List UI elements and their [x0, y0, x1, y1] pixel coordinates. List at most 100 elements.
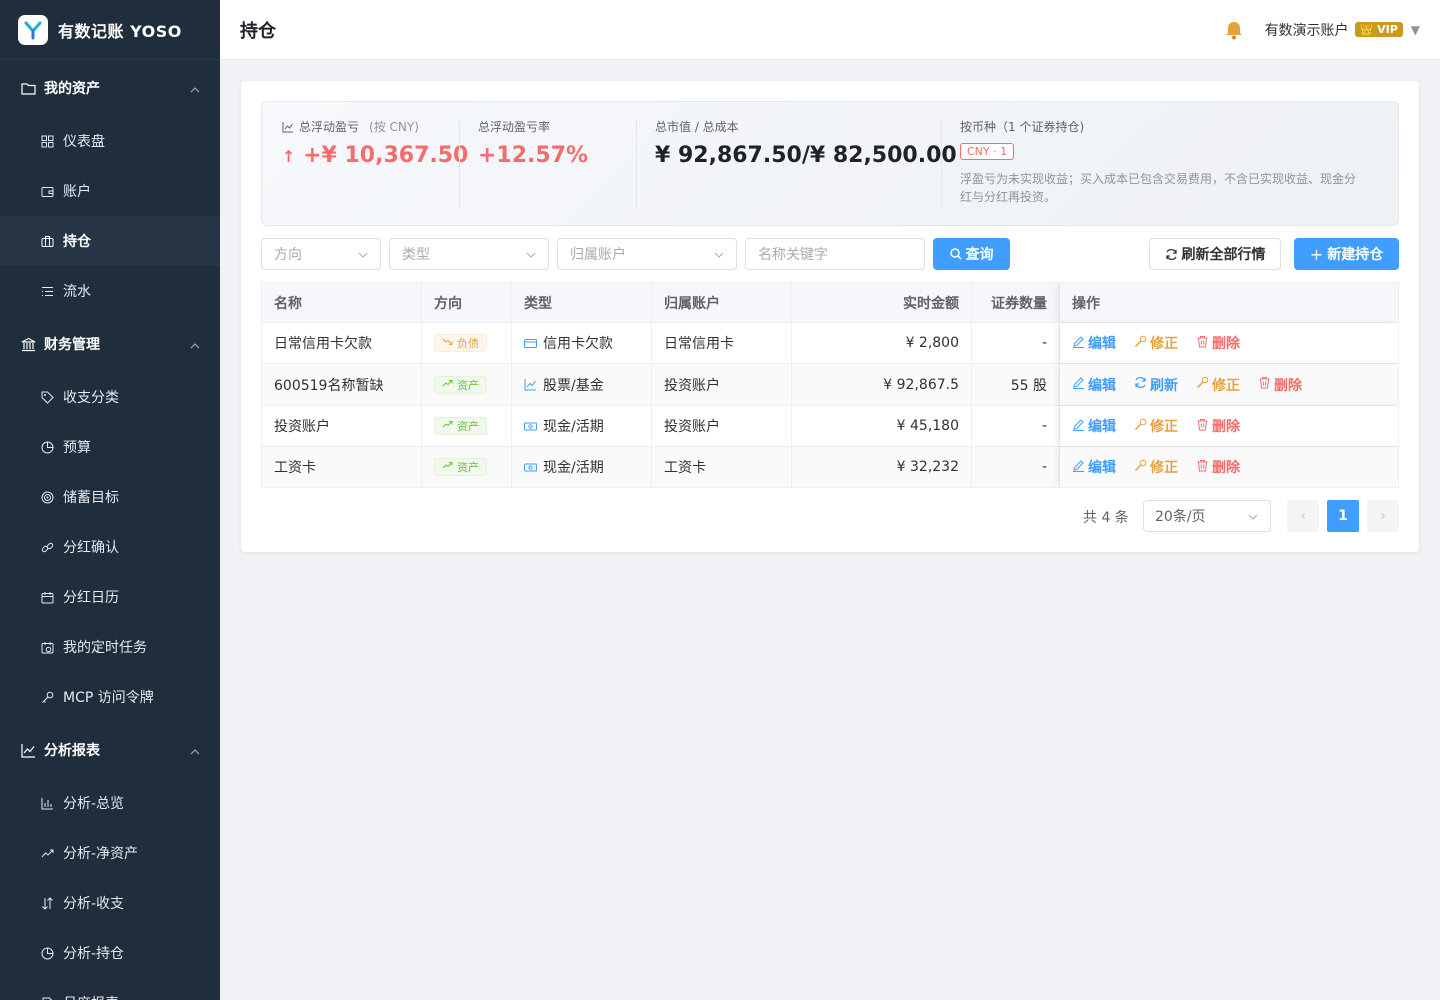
filter-bar: 方向 类型 归属账户 名称关键字 查询 刷新全部行情 + 新建持仓 [261, 238, 1399, 270]
cell-amount: ¥ 32,232 [792, 447, 972, 487]
direction-select[interactable]: 方向 [261, 238, 381, 270]
sidebar-item-0-1[interactable]: 账户 [0, 166, 220, 216]
tag-icon [40, 390, 54, 404]
cell-actions: 编辑 修正 删除 [1060, 447, 1398, 487]
delete-button[interactable]: 删除 [1196, 416, 1240, 436]
refresh-all-button[interactable]: 刷新全部行情 [1149, 238, 1281, 270]
brand[interactable]: 有数记账 YOSO [0, 0, 220, 60]
edit-button[interactable]: 编辑 [1072, 375, 1116, 395]
edit-button[interactable]: 编辑 [1072, 457, 1116, 477]
user-menu-caret-icon[interactable]: ▼ [1411, 23, 1420, 37]
dashboard-icon [40, 134, 54, 148]
cell-qty: - [972, 323, 1060, 363]
sidebar-item-label: 储蓄目标 [63, 490, 119, 506]
sidebar-item-label: 收支分类 [63, 390, 119, 406]
briefcase-icon [40, 234, 54, 248]
cell-amount: ¥ 2,800 [792, 323, 972, 363]
sidebar-item-2-3[interactable]: 分析-持仓 [0, 928, 220, 978]
chevron-up-icon [190, 339, 200, 349]
sidebar-item-2-4[interactable]: 月度报表 [0, 978, 220, 1000]
refresh-icon [1134, 376, 1150, 393]
table-row: 工资卡 资产 现金/活期 工资卡 ¥ 32,232 - 编辑 修正 删除 [262, 447, 1398, 487]
sidebar-item-label: 月度报表 [63, 993, 119, 1000]
sidebar-item-2-1[interactable]: 分析-净资产 [0, 828, 220, 878]
prev-page-button[interactable]: ‹ [1287, 500, 1319, 532]
fix-button[interactable]: 修正 [1196, 375, 1240, 395]
sidebar-group-label: 我的资产 [44, 81, 100, 97]
account-select[interactable]: 归属账户 [557, 238, 737, 270]
sidebar-item-0-2[interactable]: 持仓 [0, 216, 220, 266]
delete-button[interactable]: 删除 [1258, 375, 1302, 395]
sidebar-item-1-5[interactable]: 我的定时任务 [0, 622, 220, 672]
bar-chart-icon [40, 796, 54, 810]
cell-amount: ¥ 45,180 [792, 406, 972, 446]
sidebar-item-1-2[interactable]: 储蓄目标 [0, 472, 220, 522]
sidebar-item-1-4[interactable]: 分红日历 [0, 572, 220, 622]
wrench-icon [1134, 335, 1150, 352]
edit-icon [1072, 376, 1088, 393]
market-cost-label: 总市值 / 总成本 [655, 120, 739, 134]
sidebar-item-label: MCP 访问令牌 [63, 690, 154, 706]
chevron-right-icon: › [1380, 508, 1386, 524]
sidebar-group-0[interactable]: 我的资产 [0, 60, 220, 116]
sidebar-item-label: 账户 [63, 184, 91, 200]
chevron-down-icon [358, 252, 368, 258]
page-1-button[interactable]: 1 [1327, 500, 1359, 532]
edit-button[interactable]: 编辑 [1072, 333, 1116, 353]
fix-button[interactable]: 修正 [1134, 416, 1178, 436]
sidebar-item-1-6[interactable]: MCP 访问令牌 [0, 672, 220, 722]
edit-icon [1072, 418, 1088, 435]
pagination: 共 4 条 20条/页 ‹ 1 › [241, 500, 1419, 532]
bell-icon[interactable] [1223, 19, 1245, 41]
edit-button[interactable]: 编辑 [1072, 416, 1116, 436]
fix-button[interactable]: 修正 [1134, 457, 1178, 477]
float-rate-block: 总浮动盈亏率 +12.57% [478, 118, 588, 168]
query-button[interactable]: 查询 [933, 238, 1010, 270]
sidebar-item-label: 流水 [63, 284, 91, 300]
col-direction: 方向 [422, 283, 512, 322]
brand-name: 有数记账 YOSO [58, 21, 182, 41]
sidebar-group-label: 财务管理 [44, 337, 100, 353]
cell-amount: ¥ 92,867.5 [792, 364, 972, 405]
user-name[interactable]: 有数演示账户 [1265, 20, 1349, 40]
sidebar-item-0-0[interactable]: 仪表盘 [0, 116, 220, 166]
page-title: 持仓 [240, 20, 276, 42]
float-rate-value: +12.57% [478, 143, 589, 168]
sidebar-group-1[interactable]: 财务管理 [0, 316, 220, 372]
link-icon [40, 540, 54, 554]
cell-actions: 编辑 刷新 修正 删除 [1060, 364, 1398, 405]
cell-qty: - [972, 406, 1060, 446]
col-qty: 证券数量 [972, 283, 1060, 322]
sidebar-item-1-3[interactable]: 分红确认 [0, 522, 220, 572]
direction-tag: 资产 [434, 417, 487, 435]
direction-tag: 资产 [434, 458, 487, 476]
fix-button[interactable]: 修正 [1134, 333, 1178, 353]
edit-icon [1072, 459, 1088, 476]
keyword-input[interactable]: 名称关键字 [745, 238, 925, 270]
new-holding-button[interactable]: + 新建持仓 [1294, 238, 1399, 270]
col-type: 类型 [512, 283, 652, 322]
holdings-table: 名称 方向 类型 归属账户 实时金额 证券数量 操作 日常信用卡欠款 负债 信用… [261, 282, 1399, 488]
cell-account: 日常信用卡 [652, 323, 792, 363]
page-size-select[interactable]: 20条/页 [1143, 500, 1271, 532]
folder-icon [20, 80, 36, 96]
sidebar-item-1-1[interactable]: 预算 [0, 422, 220, 472]
sidebar-item-label: 分析-收支 [63, 896, 125, 912]
arrow-up-icon: ↑ [282, 147, 296, 166]
refresh-row-button[interactable]: 刷新 [1134, 375, 1178, 395]
table-row: 投资账户 资产 现金/活期 投资账户 ¥ 45,180 - 编辑 修正 删除 [262, 406, 1398, 447]
next-page-button[interactable]: › [1367, 500, 1399, 532]
currency-label: 按币种（1 个证券持仓) [960, 120, 1085, 134]
sidebar-item-1-0[interactable]: 收支分类 [0, 372, 220, 422]
delete-button[interactable]: 删除 [1196, 333, 1240, 353]
sidebar-item-0-3[interactable]: 流水 [0, 266, 220, 316]
sidebar-item-2-0[interactable]: 分析-总览 [0, 778, 220, 828]
type-select[interactable]: 类型 [389, 238, 549, 270]
sidebar: 有数记账 YOSO 我的资产 仪表盘 账户 持仓 流水 财务管理 收支分类 预算… [0, 0, 220, 1000]
float-pl-block: 总浮动盈亏 (按 CNY) ↑ +¥ 10,367.50 [282, 118, 468, 168]
cell-account: 工资卡 [652, 447, 792, 487]
sidebar-group-2[interactable]: 分析报表 [0, 722, 220, 778]
col-name: 名称 [262, 283, 422, 322]
delete-button[interactable]: 删除 [1196, 457, 1240, 477]
sidebar-item-2-2[interactable]: 分析-收支 [0, 878, 220, 928]
